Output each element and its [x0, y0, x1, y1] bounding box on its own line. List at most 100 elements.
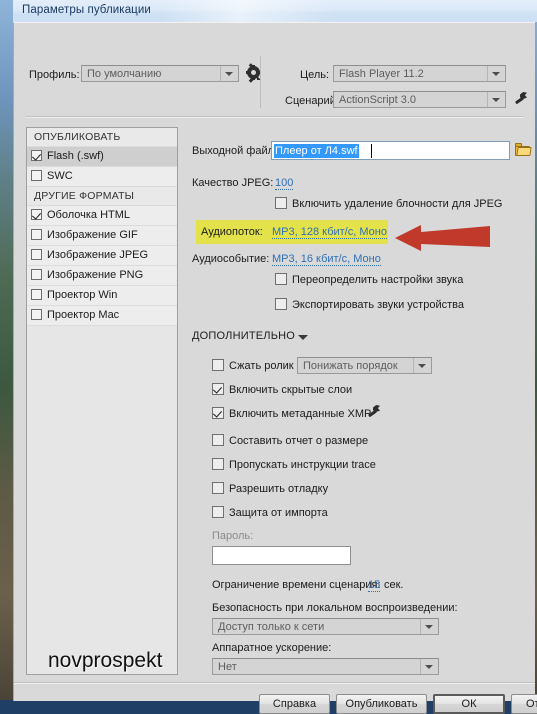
compress-label: Сжать ролик: [229, 360, 294, 372]
ok-button[interactable]: ОК: [433, 694, 505, 714]
folder-icon[interactable]: [515, 143, 532, 157]
local-security-value: Доступ только к сети: [218, 621, 325, 633]
publish-button[interactable]: Опубликовать: [336, 694, 427, 714]
titlebar-glow: [163, 0, 333, 22]
help-button[interactable]: Справка: [259, 694, 330, 714]
group-header-other-formats: ДРУГИЕ ФОРМАТЫ: [27, 187, 177, 206]
checkbox-hidden-layers[interactable]: [212, 383, 224, 395]
xmp-label: Включить метаданные XMP: [229, 408, 372, 420]
target-dropdown[interactable]: Flash Player 11.2: [333, 65, 506, 82]
sidebar-item-label: Изображение JPEG: [47, 249, 149, 261]
omit-trace-label: Пропускать инструкции trace: [229, 459, 376, 471]
profile-label: Профиль:: [29, 69, 80, 81]
chevron-down-icon[interactable]: [413, 358, 431, 373]
window-title: Параметры публикации: [22, 4, 151, 16]
sidebar-item-label: Проектор Win: [47, 289, 118, 301]
checkbox-export-device-sounds[interactable]: [275, 298, 287, 310]
checkbox-html-wrapper[interactable]: [31, 209, 42, 220]
hidden-layers-label: Включить скрытые слои: [229, 384, 353, 396]
chevron-down-icon[interactable]: [420, 659, 438, 674]
wrench-icon[interactable]: [366, 405, 380, 419]
audio-event-value[interactable]: MP3, 16 кбит/с, Моно: [272, 253, 381, 266]
hw-accel-label: Аппаратное ускорение:: [212, 642, 332, 654]
sidebar-item-label: SWC: [47, 170, 73, 182]
chevron-down-icon[interactable]: [298, 335, 308, 340]
checkbox-projector-mac[interactable]: [31, 309, 42, 320]
jpeg-quality-value[interactable]: 100: [275, 177, 294, 190]
output-file-value: Плеер от Л4.swf: [274, 144, 359, 158]
settings-panel: Выходной файл: Плеер от Л4.swf Качество …: [190, 127, 532, 675]
cancel-button[interactable]: Отмена: [511, 694, 537, 714]
hw-accel-value: Нет: [218, 661, 237, 673]
toolbar-divider: [260, 56, 261, 108]
checkbox-deblock[interactable]: [275, 197, 287, 209]
checkbox-allow-debug[interactable]: [212, 482, 224, 494]
title-bar[interactable]: Параметры публикации: [13, 0, 537, 22]
checkbox-override-sound[interactable]: [275, 273, 287, 285]
script-time-label: Ограничение времени сценария:: [212, 579, 381, 591]
formats-list[interactable]: ОПУБЛИКОВАТЬ Flash (.swf) SWC ДРУГИЕ ФОР…: [26, 127, 178, 675]
password-label: Пароль:: [212, 530, 254, 542]
dialog-body: Профиль: По умолчанию Цель: Flash Player…: [13, 22, 537, 714]
audio-event-label: Аудиособытие:: [192, 253, 270, 265]
sidebar-item-html-wrapper[interactable]: Оболочка HTML: [27, 206, 177, 226]
publish-settings-dialog: Параметры публикации Профиль: По умолчан…: [13, 0, 537, 714]
checkbox-gif[interactable]: [31, 229, 42, 240]
local-security-label: Безопасность при локальном воспроизведен…: [212, 602, 458, 614]
sidebar-item-label: Проектор Mac: [47, 309, 120, 321]
checkbox-swc[interactable]: [31, 170, 42, 181]
checkbox-protect-import[interactable]: [212, 506, 224, 518]
profile-value: По умолчанию: [87, 68, 162, 80]
checkbox-compress[interactable]: [212, 359, 224, 371]
output-file-label: Выходной файл:: [192, 145, 278, 157]
sidebar-item-label: Изображение GIF: [47, 229, 138, 241]
allow-debug-label: Разрешить отладку: [229, 483, 329, 495]
protect-import-label: Защита от импорта: [229, 507, 328, 519]
local-security-dropdown[interactable]: Доступ только к сети: [212, 618, 439, 635]
output-file-input[interactable]: Плеер от Л4.swf: [271, 141, 510, 160]
sidebar-item-label: Изображение PNG: [47, 269, 144, 281]
sidebar-item-jpeg[interactable]: Изображение JPEG: [27, 246, 177, 266]
chevron-down-icon[interactable]: [487, 66, 505, 81]
group-header-publish: ОПУБЛИКОВАТЬ: [27, 128, 177, 147]
chevron-down-icon[interactable]: [220, 66, 238, 81]
target-value: Flash Player 11.2: [339, 68, 424, 80]
profile-dropdown[interactable]: По умолчанию: [81, 65, 239, 82]
checkbox-flash[interactable]: [31, 150, 42, 161]
sidebar-item-flash[interactable]: Flash (.swf): [27, 147, 177, 167]
checkbox-jpeg[interactable]: [31, 249, 42, 260]
script-time-units: сек.: [384, 579, 404, 591]
password-input[interactable]: [212, 546, 351, 565]
sidebar-item-label: Оболочка HTML: [47, 209, 131, 221]
checkbox-size-report[interactable]: [212, 434, 224, 446]
script-value: ActionScript 3.0: [339, 94, 417, 106]
checkbox-omit-trace[interactable]: [212, 458, 224, 470]
chevron-down-icon[interactable]: [487, 92, 505, 107]
hw-accel-dropdown[interactable]: Нет: [212, 658, 439, 675]
audio-stream-label: Аудиопоток:: [201, 226, 263, 238]
checkbox-xmp[interactable]: [212, 407, 224, 419]
sidebar-item-png[interactable]: Изображение PNG: [27, 266, 177, 286]
wrench-icon[interactable]: [513, 92, 527, 106]
sidebar-item-gif[interactable]: Изображение GIF: [27, 226, 177, 246]
compress-order-dropdown[interactable]: Понижать порядок: [297, 357, 432, 374]
audio-stream-value[interactable]: MP3, 128 кбит/с, Моно: [272, 226, 387, 239]
sidebar-item-projector-win[interactable]: Проектор Win: [27, 286, 177, 306]
red-arrow-left-icon: [395, 225, 490, 251]
compress-order-value: Понижать порядок: [303, 360, 398, 372]
script-time-value[interactable]: 15: [368, 579, 381, 592]
sidebar-item-projector-mac[interactable]: Проектор Mac: [27, 306, 177, 326]
checkbox-projector-win[interactable]: [31, 289, 42, 300]
script-dropdown[interactable]: ActionScript 3.0: [333, 91, 506, 108]
footer-separator: [14, 682, 535, 684]
chevron-down-icon[interactable]: [420, 619, 438, 634]
advanced-section-label[interactable]: ДОПОЛНИТЕЛЬНО: [192, 330, 295, 342]
sidebar-item-swc[interactable]: SWC: [27, 167, 177, 187]
deblock-label: Включить удаление блочности для JPEG: [292, 198, 503, 210]
target-label: Цель:: [300, 69, 330, 81]
checkbox-png[interactable]: [31, 269, 42, 280]
gear-icon[interactable]: [246, 62, 261, 83]
toolbar-separator: [26, 116, 523, 118]
export-device-sounds-label: Экспортировать звуки устройства: [292, 299, 464, 311]
text-caret: [371, 144, 372, 158]
